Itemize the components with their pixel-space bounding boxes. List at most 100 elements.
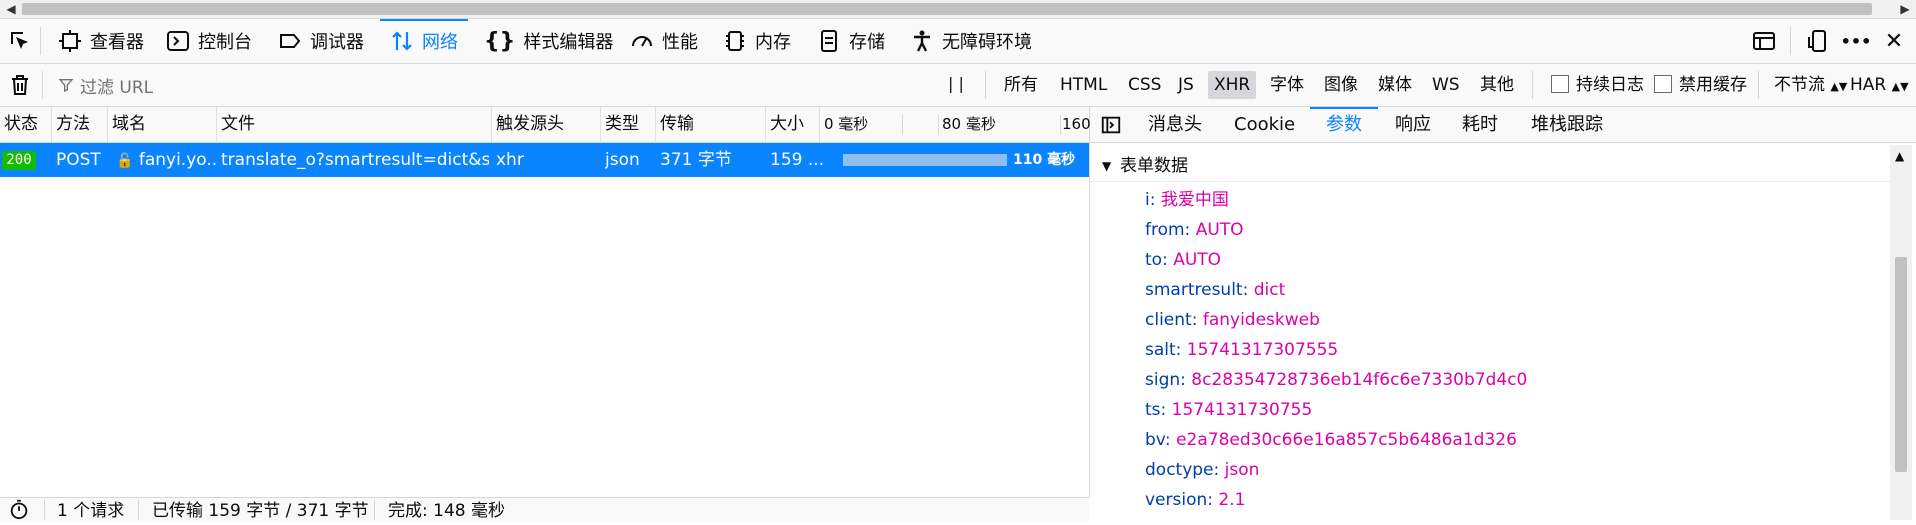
- request-timing: 110 毫秒: [1013, 152, 1076, 168]
- request-domain: 🔓 fanyi.yo...: [116, 143, 216, 177]
- scrollbar-thumb[interactable]: [22, 3, 1872, 15]
- scrollbar-thumb[interactable]: [1895, 257, 1907, 472]
- timeline-tick-1: 80 毫秒: [942, 115, 996, 133]
- tab-response[interactable]: 响应: [1395, 107, 1431, 142]
- tab-accessibility[interactable]: 无障碍环境: [910, 19, 1032, 63]
- form-param-row: version: 2.1: [1145, 485, 1245, 515]
- column-header-transferred[interactable]: 传输: [656, 107, 766, 142]
- persist-logs-label: 持续日志: [1576, 75, 1644, 95]
- toggle-split-console-button[interactable]: [1750, 27, 1778, 55]
- details-vertical-scrollbar[interactable]: ▲: [1890, 145, 1912, 520]
- har-menu-button[interactable]: HAR ▲▼: [1850, 71, 1909, 99]
- url-filter-input[interactable]: 过滤 URL: [58, 71, 918, 99]
- form-param-row: sign: 8c28354728736eb14f6c6e7330b7d4c0: [1145, 365, 1527, 395]
- tab-console[interactable]: 控制台: [166, 19, 252, 63]
- tab-timings[interactable]: 耗时: [1462, 107, 1498, 142]
- tab-label: 内存: [755, 32, 791, 53]
- filter-type-media[interactable]: 媒体: [1372, 71, 1418, 99]
- form-param-row: ts: 1574131730755: [1145, 395, 1312, 425]
- form-param-row: i: 我爱中国: [1145, 185, 1229, 215]
- column-header-domain[interactable]: 域名: [108, 107, 217, 142]
- tab-label: 性能: [662, 32, 698, 53]
- finish-time: 完成: 148 毫秒: [388, 501, 505, 521]
- param-value: 8c28354728736eb14f6c6e7330b7d4c0: [1191, 370, 1528, 390]
- filter-type-other[interactable]: 其他: [1474, 71, 1520, 99]
- split-panel-icon: [1753, 32, 1775, 50]
- scroll-up-arrow-icon[interactable]: ▲: [1895, 149, 1904, 163]
- tab-storage[interactable]: 存储: [817, 19, 885, 63]
- tab-cookies[interactable]: Cookie: [1234, 107, 1295, 142]
- filter-icon: [58, 79, 74, 93]
- transferred-summary: 已传输 159 字节 / 371 字节: [152, 501, 369, 521]
- param-key: smartresult:: [1145, 280, 1249, 300]
- storage-icon: [821, 30, 837, 52]
- filter-type-fonts[interactable]: 字体: [1264, 71, 1310, 99]
- responsive-icon: [1808, 30, 1826, 52]
- tab-stack-trace[interactable]: 堆栈跟踪: [1531, 107, 1603, 142]
- tab-style-editor[interactable]: {} 样式编辑器: [484, 19, 613, 63]
- status-badge: 200: [2, 151, 36, 170]
- persist-logs-checkbox[interactable]: [1551, 75, 1569, 93]
- scroll-right-arrow-icon[interactable]: ▶: [1896, 0, 1914, 18]
- performance-icon: [632, 36, 652, 47]
- close-icon: ✕: [1884, 28, 1904, 54]
- param-key: ts:: [1145, 400, 1167, 420]
- filter-type-css[interactable]: CSS: [1122, 71, 1167, 99]
- disable-cache-checkbox[interactable]: [1654, 75, 1672, 93]
- section-title: 表单数据: [1120, 156, 1188, 176]
- column-header-type[interactable]: 类型: [601, 107, 656, 142]
- column-header-size[interactable]: 大小: [766, 107, 820, 142]
- column-header-file[interactable]: 文件: [217, 107, 492, 142]
- form-data-section-header[interactable]: ▼ 表单数据: [1090, 151, 1890, 182]
- close-devtools-button[interactable]: ✕: [1880, 27, 1908, 55]
- filter-type-all[interactable]: 所有: [998, 71, 1044, 99]
- filter-type-html[interactable]: HTML: [1054, 71, 1113, 99]
- param-value: AUTO: [1173, 250, 1222, 270]
- table-row[interactable]: 200 POST 🔓 fanyi.yo... translate_o?smart…: [0, 143, 1089, 177]
- column-header-waterfall[interactable]: 0 毫秒 80 毫秒 160: [820, 107, 1091, 142]
- column-header-cause[interactable]: 触发源头: [492, 107, 601, 142]
- tab-memory[interactable]: 内存: [723, 19, 791, 63]
- element-picker-button[interactable]: [6, 27, 34, 55]
- sort-arrows-icon: ▲▼: [1891, 80, 1909, 93]
- tab-headers[interactable]: 消息头: [1148, 107, 1202, 142]
- filter-type-js[interactable]: JS: [1172, 71, 1200, 99]
- filter-type-images[interactable]: 图像: [1318, 71, 1364, 99]
- param-value: 2.1: [1218, 490, 1246, 510]
- pause-recording-icon[interactable]: | |: [948, 74, 964, 93]
- param-key: client:: [1145, 310, 1198, 330]
- stopwatch-icon: [10, 499, 28, 520]
- toggle-sidebar-button[interactable]: [1100, 114, 1122, 141]
- performance-analysis-button[interactable]: [8, 498, 30, 525]
- filter-type-ws[interactable]: WS: [1426, 71, 1466, 99]
- memory-icon: [726, 31, 744, 51]
- waterfall-bar: [843, 154, 1007, 166]
- network-status-bar: 1 个请求 已传输 159 字节 / 371 字节 完成: 148 毫秒: [0, 497, 1089, 521]
- tab-inspector[interactable]: 查看器: [58, 19, 144, 63]
- tab-params[interactable]: 参数: [1310, 107, 1378, 142]
- tab-label: 查看器: [90, 32, 144, 53]
- throttle-value: 不节流: [1774, 75, 1825, 95]
- param-key: salt:: [1145, 340, 1182, 360]
- tab-debugger[interactable]: 调试器: [278, 19, 364, 63]
- filter-type-xhr[interactable]: XHR: [1208, 71, 1257, 99]
- form-param-row: from: AUTO: [1145, 215, 1244, 245]
- filter-placeholder: 过滤 URL: [80, 77, 154, 98]
- timeline-tick-2: 160: [1062, 115, 1091, 133]
- column-header-method[interactable]: 方法: [52, 107, 108, 142]
- param-value: 15741317307555: [1186, 340, 1339, 360]
- tab-label: 存储: [849, 32, 885, 53]
- scroll-left-arrow-icon[interactable]: ◀: [2, 0, 20, 18]
- column-header-status[interactable]: 状态: [0, 107, 52, 142]
- style-editor-icon: {}: [484, 28, 516, 54]
- horizontal-scrollbar[interactable]: ◀ ▶: [0, 0, 1916, 19]
- throttle-select[interactable]: 不节流 ▲▼: [1774, 71, 1847, 99]
- clear-requests-button[interactable]: [6, 71, 34, 99]
- more-options-button[interactable]: •••: [1841, 27, 1872, 55]
- tab-performance[interactable]: 性能: [630, 19, 698, 63]
- accessibility-icon: [914, 30, 930, 52]
- tab-network[interactable]: 网络: [380, 19, 468, 63]
- responsive-design-button[interactable]: [1804, 27, 1832, 55]
- request-transferred: 371 字节: [660, 150, 732, 170]
- param-value: e2a78ed30c66e16a857c5b6486a1d326: [1176, 430, 1517, 450]
